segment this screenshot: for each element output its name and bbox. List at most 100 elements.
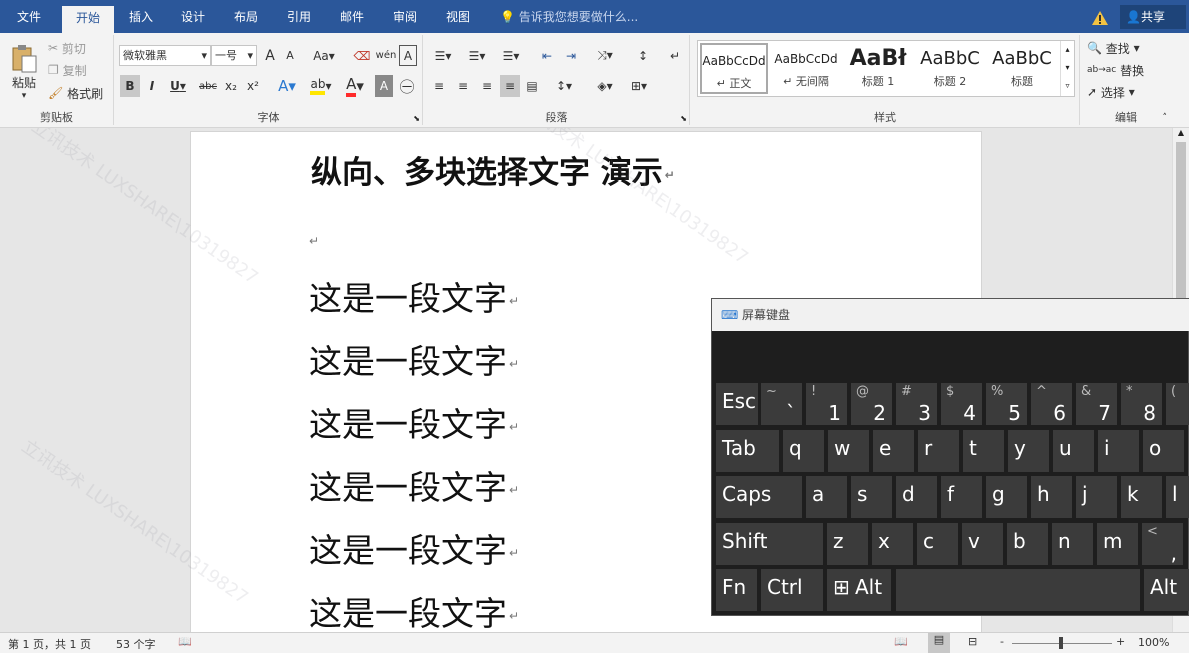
- key-caps[interactable]: Caps: [716, 476, 802, 518]
- key-c[interactable]: c: [917, 523, 958, 565]
- multilevel-list-icon[interactable]: ☰▾: [496, 45, 526, 66]
- key-y[interactable]: y: [1008, 430, 1049, 472]
- key-2[interactable]: @2: [851, 383, 892, 425]
- cut-button[interactable]: ✂ 剪切: [48, 39, 108, 57]
- zoom-out-button[interactable]: -: [1000, 635, 1004, 648]
- page-count[interactable]: 第 1 页，共 1 页: [8, 636, 91, 652]
- tab-design[interactable]: 设计: [170, 0, 216, 33]
- tab-file[interactable]: 文件: [6, 0, 52, 33]
- key-l[interactable]: l: [1166, 476, 1189, 518]
- key-j[interactable]: j: [1076, 476, 1117, 518]
- sort-icon[interactable]: ↕: [632, 45, 654, 66]
- line-spacing-icon[interactable]: ↕▾: [550, 75, 578, 97]
- grow-font-button[interactable]: A: [261, 45, 279, 66]
- style-item-heading2[interactable]: AaBbC 标题 2: [916, 43, 984, 94]
- tab-review[interactable]: 审阅: [382, 0, 428, 33]
- numbering-icon[interactable]: ☰▾: [462, 45, 492, 66]
- tab-mailings[interactable]: 邮件: [329, 0, 375, 33]
- key-g[interactable]: g: [986, 476, 1027, 518]
- scroll-up-icon[interactable]: ▲: [1173, 128, 1189, 137]
- key-u[interactable]: u: [1053, 430, 1094, 472]
- tab-home[interactable]: 开始: [62, 6, 114, 33]
- copy-button[interactable]: ❐ 复制: [48, 61, 108, 79]
- style-item-heading1[interactable]: AaBł 标题 1: [844, 43, 912, 94]
- key-e[interactable]: e: [873, 430, 914, 472]
- key-z[interactable]: z: [827, 523, 868, 565]
- key-tab[interactable]: Tab: [716, 430, 779, 472]
- align-right-icon[interactable]: ≡: [476, 75, 498, 97]
- font-color-button[interactable]: A ▾: [341, 75, 369, 97]
- key-d[interactable]: d: [896, 476, 937, 518]
- web-layout-icon[interactable]: ⊟: [968, 635, 977, 648]
- char-shading-button[interactable]: A: [375, 75, 393, 97]
- key-v[interactable]: v: [962, 523, 1003, 565]
- key-n[interactable]: n: [1052, 523, 1093, 565]
- bold-button[interactable]: B: [120, 75, 140, 97]
- italic-button[interactable]: I: [143, 75, 161, 97]
- key-w[interactable]: w: [828, 430, 869, 472]
- gallery-scroll[interactable]: ▴ ▾ ▿: [1060, 41, 1074, 96]
- key-t[interactable]: t: [963, 430, 1004, 472]
- justify-icon[interactable]: ≡: [500, 75, 520, 97]
- zoom-thumb[interactable]: [1059, 637, 1063, 649]
- zoom-in-button[interactable]: +: [1116, 635, 1125, 648]
- key-shift[interactable]: Shift: [716, 523, 823, 565]
- key-4[interactable]: $4: [941, 383, 982, 425]
- select-button[interactable]: ➚ 选择 ▾: [1087, 83, 1157, 101]
- key-5[interactable]: % 5: [986, 383, 1027, 425]
- tell-me-box[interactable]: 💡 告诉我您想要做什么...: [500, 0, 638, 33]
- key-esc[interactable]: Esc: [716, 383, 758, 425]
- key-f[interactable]: f: [941, 476, 982, 518]
- key-comma[interactable]: <,: [1142, 523, 1183, 565]
- key-k[interactable]: k: [1121, 476, 1162, 518]
- distributed-icon[interactable]: ▤: [522, 75, 542, 97]
- clear-format-icon[interactable]: ⌫: [353, 45, 371, 66]
- decrease-indent-icon[interactable]: ⇤: [536, 45, 558, 66]
- tab-view[interactable]: 视图: [435, 0, 481, 33]
- key-s[interactable]: s: [851, 476, 892, 518]
- highlight-button[interactable]: ab ▾: [305, 75, 337, 97]
- tab-insert[interactable]: 插入: [118, 0, 164, 33]
- key-space[interactable]: [896, 569, 1140, 611]
- key-r[interactable]: r: [918, 430, 959, 472]
- style-item-normal[interactable]: AaBbCcDd ↵ 正文: [700, 43, 768, 94]
- key-9[interactable]: (9: [1166, 383, 1189, 425]
- key-`[interactable]: ~ `: [761, 383, 802, 425]
- enclose-char-icon[interactable]: ㊀: [397, 75, 417, 97]
- keyboard-title-bar[interactable]: ⌨ 屏幕键盘: [712, 299, 1189, 331]
- print-layout-icon[interactable]: ▤: [928, 633, 950, 653]
- key-alt[interactable]: Alt: [849, 569, 891, 611]
- key-b[interactable]: b: [1007, 523, 1048, 565]
- replace-button[interactable]: ab→ac 替换: [1087, 61, 1157, 79]
- font-size-dropdown[interactable]: 一号 ▾: [211, 45, 257, 66]
- align-left-icon[interactable]: ≡: [428, 75, 450, 97]
- key-q[interactable]: q: [783, 430, 824, 472]
- collapse-ribbon-icon[interactable]: ˄: [1163, 113, 1168, 123]
- key-alt-right[interactable]: Alt: [1144, 569, 1189, 611]
- key-o[interactable]: o: [1143, 430, 1184, 472]
- style-item-title[interactable]: AaBbC 标题: [988, 43, 1056, 94]
- borders-icon[interactable]: ⊞▾: [624, 75, 654, 97]
- key-m[interactable]: m: [1097, 523, 1138, 565]
- word-count[interactable]: 53 个字: [116, 636, 156, 652]
- key-3[interactable]: #3: [896, 383, 937, 425]
- read-mode-icon[interactable]: 📖: [894, 635, 908, 648]
- key-x[interactable]: x: [872, 523, 913, 565]
- key-h[interactable]: h: [1031, 476, 1072, 518]
- underline-button[interactable]: U ▾: [165, 75, 191, 97]
- key-i[interactable]: i: [1098, 430, 1139, 472]
- bullets-icon[interactable]: ☰▾: [428, 45, 458, 66]
- warning-icon[interactable]: [1091, 10, 1109, 26]
- proofing-icon[interactable]: 📖: [178, 635, 192, 648]
- char-border-button[interactable]: A: [399, 45, 417, 66]
- text-effects-button[interactable]: A ▾: [273, 75, 301, 97]
- subscript-button[interactable]: x₂: [221, 75, 241, 97]
- find-button[interactable]: 🔍 查找 ▾: [1087, 39, 1157, 57]
- format-painter-button[interactable]: 🖌 格式刷: [48, 84, 110, 102]
- paste-button[interactable]: 粘贴 ▾: [4, 39, 44, 105]
- key-6[interactable]: ^ 6: [1031, 383, 1072, 425]
- font-name-dropdown[interactable]: 微软雅黑 ▾: [119, 45, 211, 66]
- key-7[interactable]: & 7: [1076, 383, 1117, 425]
- change-case-button[interactable]: Aa ▾: [309, 45, 339, 66]
- align-center-icon[interactable]: ≡: [452, 75, 474, 97]
